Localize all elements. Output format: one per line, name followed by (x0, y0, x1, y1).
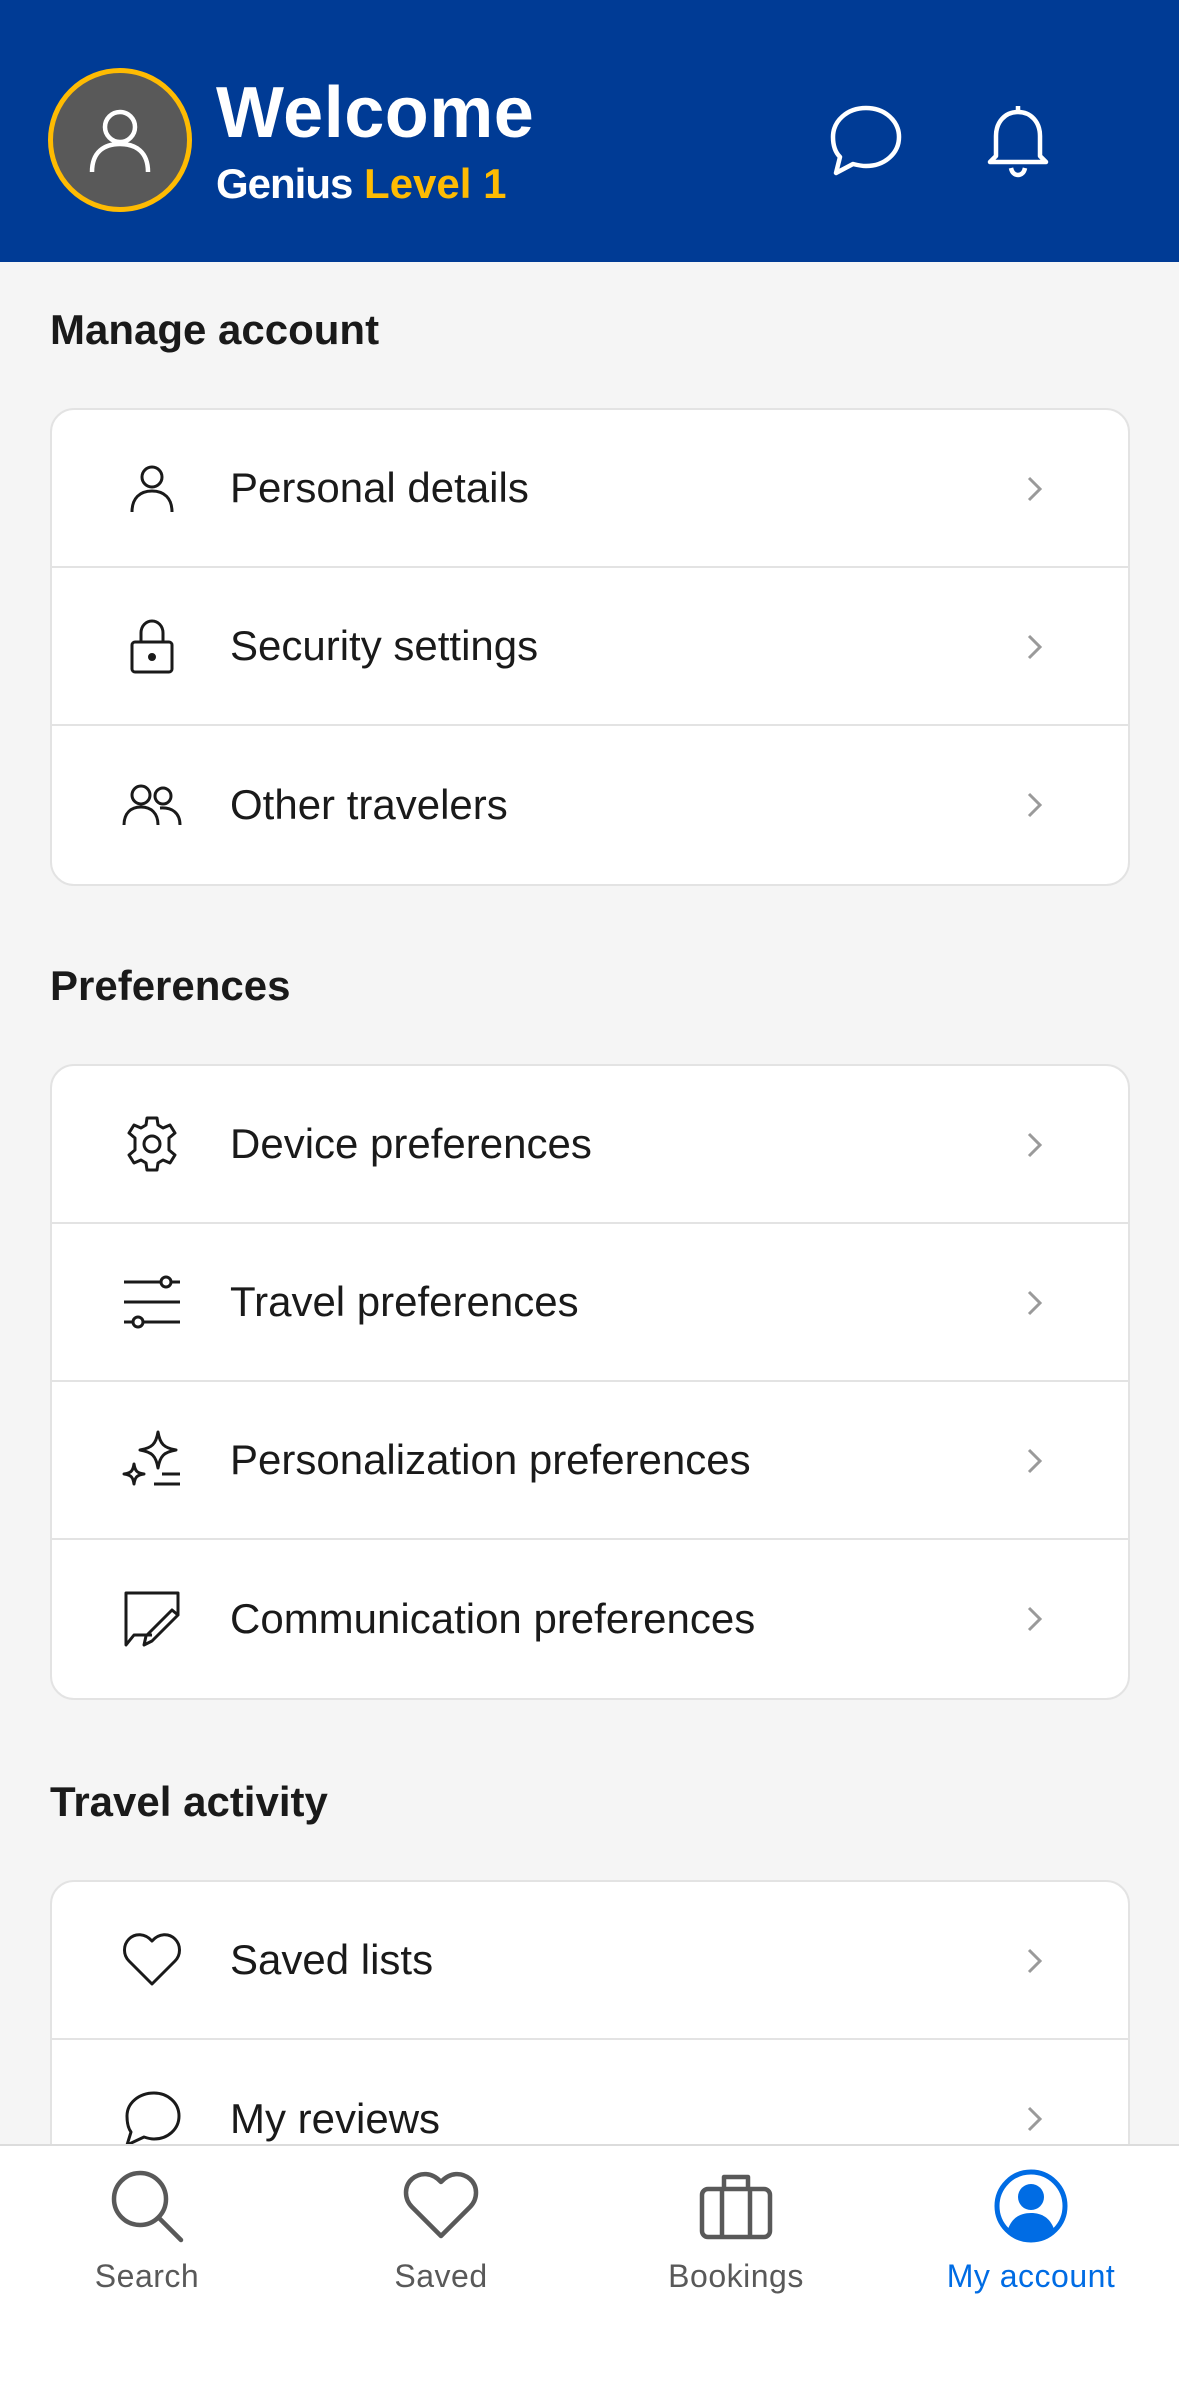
sliders-icon (118, 1268, 186, 1336)
menu-item-my-reviews[interactable]: My reviews (52, 2040, 1128, 2144)
people-icon (118, 771, 186, 839)
bottom-tab-bar: Search Saved Bookings My account (0, 2144, 1179, 2396)
menu-item-label: Travel preferences (230, 1278, 579, 1325)
menu-item-other-travelers[interactable]: Other travelers (52, 726, 1128, 884)
person-icon (118, 454, 186, 522)
welcome-title: Welcome (216, 73, 535, 153)
menu-item-label: Communication preferences (230, 1595, 756, 1642)
menu-item-label: Personalization preferences (230, 1436, 751, 1483)
section-title-manage-account: Manage account (50, 306, 380, 353)
manage-account-card: Personal details Security settings Other… (50, 408, 1130, 886)
menu-item-label: Security settings (230, 622, 539, 669)
tab-label: Search (94, 2258, 200, 2294)
search-icon (107, 2166, 187, 2246)
heart-icon (401, 2166, 481, 2246)
chat-button[interactable] (826, 100, 906, 180)
menu-item-device-preferences[interactable]: Device preferences (52, 1066, 1128, 1224)
sparkle-icon (118, 1426, 186, 1494)
bell-icon (987, 106, 1049, 178)
menu-item-label: Saved lists (230, 1936, 434, 1983)
chevron-right-icon (1027, 1448, 1043, 1474)
lock-icon (118, 612, 186, 680)
account-header: Welcome Genius Level 1 (0, 0, 1179, 262)
menu-item-personalization-preferences[interactable]: Personalization preferences (52, 1382, 1128, 1540)
person-avatar-icon (89, 109, 151, 173)
chevron-right-icon (1027, 1606, 1043, 1632)
tab-label: Bookings (668, 2258, 804, 2294)
chat-bubble-icon (118, 2085, 186, 2144)
heart-icon (118, 1926, 186, 1994)
travel-activity-card: Saved lists My reviews (50, 1880, 1130, 2144)
menu-item-security-settings[interactable]: Security settings (52, 568, 1128, 726)
section-title-preferences: Preferences (50, 962, 291, 1009)
tab-label: My account (946, 2258, 1116, 2294)
tab-search[interactable]: Search (0, 2166, 294, 2316)
menu-item-label: Other travelers (230, 781, 508, 828)
genius-level-label: Level 1 (364, 160, 507, 207)
chevron-right-icon (1027, 476, 1043, 502)
notifications-button[interactable] (978, 100, 1058, 180)
chevron-right-icon (1027, 2106, 1043, 2132)
menu-item-personal-details[interactable]: Personal details (52, 410, 1128, 568)
menu-item-travel-preferences[interactable]: Travel preferences (52, 1224, 1128, 1382)
menu-item-communication-preferences[interactable]: Communication preferences (52, 1540, 1128, 1698)
chevron-right-icon (1027, 1132, 1043, 1158)
chevron-right-icon (1027, 792, 1043, 818)
chevron-right-icon (1027, 1290, 1043, 1316)
chevron-right-icon (1027, 1948, 1043, 1974)
genius-label: Genius (216, 160, 353, 207)
tab-saved[interactable]: Saved (294, 2166, 588, 2316)
preferences-card: Device preferences Travel preferences Pe… (50, 1064, 1130, 1700)
chat-bubble-icon (830, 105, 902, 176)
tab-label: Saved (394, 2258, 488, 2294)
menu-item-label: Personal details (230, 464, 529, 511)
gear-icon (118, 1110, 186, 1178)
chevron-right-icon (1027, 634, 1043, 660)
tab-bookings[interactable]: Bookings (589, 2166, 883, 2316)
menu-item-saved-lists[interactable]: Saved lists (52, 1882, 1128, 2040)
message-edit-icon (118, 1585, 186, 1653)
suitcase-icon (696, 2166, 776, 2246)
menu-item-label: My reviews (230, 2095, 441, 2142)
section-title-travel-activity: Travel activity (50, 1778, 328, 1825)
menu-item-label: Device preferences (230, 1120, 592, 1167)
avatar[interactable] (48, 68, 192, 212)
account-icon (991, 2166, 1071, 2246)
account-menu-scroll[interactable]: Manage account Personal details Security… (0, 262, 1179, 2144)
tab-my-account[interactable]: My account (884, 2166, 1178, 2316)
genius-level[interactable]: Genius Level 1 (216, 160, 506, 208)
